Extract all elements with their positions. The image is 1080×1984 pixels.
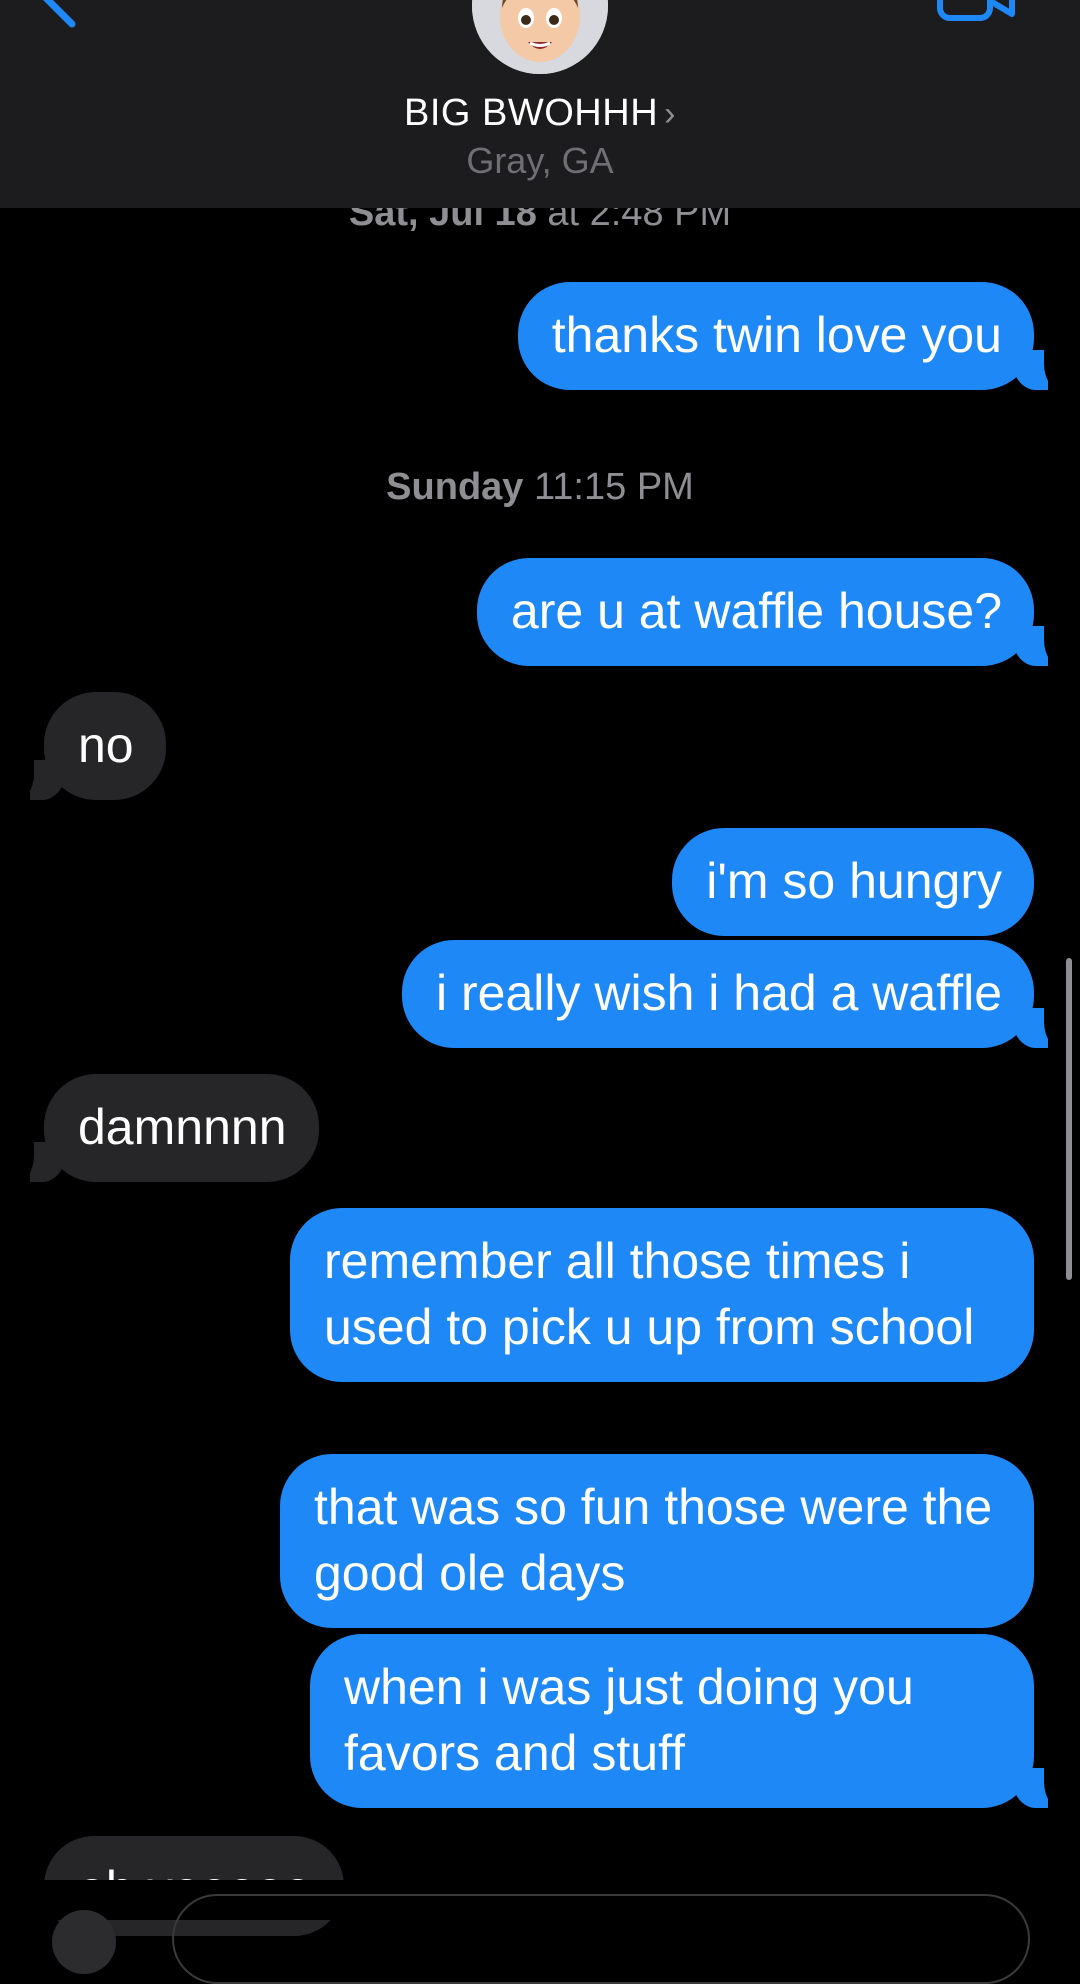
received-message-bubble[interactable]: damnnnn [6,1074,319,1184]
timestamp-day: Sunday [386,466,524,508]
chevron-right-icon: › [664,95,676,133]
conversation-header: BIG BWOHHH › Gray, GA [0,0,1080,208]
scrollbar[interactable] [1066,958,1072,1280]
contact-name-text: BIG BWOHHH [404,92,659,134]
contact-name[interactable]: BIG BWOHHH › [0,92,1080,135]
message-text: i really wish i had a waffle [435,965,1002,1021]
message-input-field[interactable] [172,1894,1030,1984]
chevron-left-icon [43,0,76,28]
message-text: damnnnn [78,1099,287,1155]
sent-message-bubble[interactable]: thanks twin love you [517,282,1072,392]
message-text: remember all those times i used to pick … [324,1233,975,1355]
sent-message-bubble[interactable]: remember all those times i used to pick … [290,1208,1034,1382]
message-input-bar [0,1880,1080,1984]
message-text: are u at waffle house? [510,583,1002,639]
contact-location: Gray, GA [466,140,614,181]
avatar[interactable] [472,0,608,74]
sent-message-bubble[interactable]: when i was just doing you favors and stu… [310,1634,1072,1810]
message-text: that was so fun those were the good ole … [314,1479,993,1601]
received-message-bubble[interactable]: no [6,692,166,802]
memoji-avatar-icon [472,0,608,74]
sent-message-bubble[interactable]: that was so fun those were the good ole … [280,1454,1034,1628]
message-text: when i was just doing you favors and stu… [344,1659,914,1781]
sent-message-bubble[interactable]: are u at waffle house? [476,558,1072,668]
video-camera-icon [937,0,1015,21]
timestamp-time: 11:15 PM [533,466,694,508]
sent-message-bubble[interactable]: i'm so hungry [672,828,1034,936]
message-text: thanks twin love you [551,307,1002,363]
message-text: no [78,717,134,773]
message-text: i'm so hungry [706,853,1002,909]
facetime-video-button[interactable] [936,0,1016,26]
message-timestamp: Sunday 11:15 PM [0,466,1080,509]
back-button[interactable] [28,0,88,30]
sent-message-bubble[interactable]: i really wish i had a waffle [401,940,1072,1050]
